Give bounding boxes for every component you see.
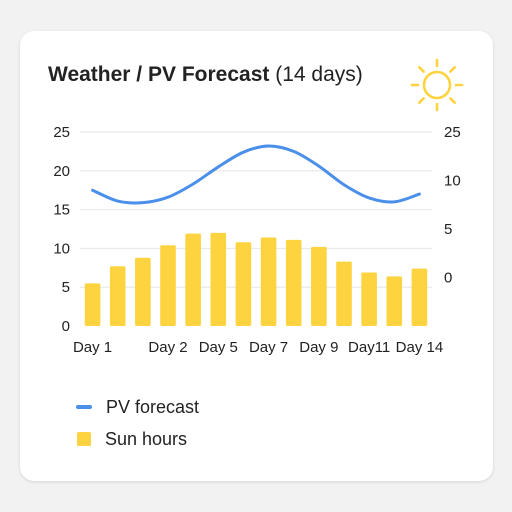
y-tick-label-left: 15 (53, 202, 70, 219)
bar-sun-hours (84, 283, 101, 326)
bar-sun-hours (336, 261, 352, 326)
line-pv-forecast (91, 144, 421, 205)
forecast-chart: 0 5 10 15 20 25 0 5 10 25 Day 1 Day 2 Day 5 Day 7 Day … (53, 124, 461, 356)
legend-label-sun-hours: Sun hours (105, 428, 188, 449)
bar-sun-hours (210, 232, 227, 326)
y-tick-label-right: 25 (444, 124, 461, 141)
x-tick-label: Day 14 (396, 339, 444, 356)
bar-sun-hours (361, 272, 377, 326)
bar-sun-hours (260, 237, 277, 326)
x-tick-label: Day 9 (299, 339, 338, 356)
x-tick-label: Day 7 (249, 339, 288, 356)
bar-sun-hours (235, 242, 252, 326)
y-tick-label-right: 0 (444, 270, 452, 287)
y-tick-label-right: 10 (444, 173, 461, 190)
legend-swatch-pv-forecast (76, 405, 92, 409)
legend-swatch-sun-hours (77, 432, 91, 446)
chart-legend: PV forecast Sun hours (76, 391, 199, 455)
legend-label-pv-forecast: PV forecast (106, 396, 200, 417)
bar-sun-hours (386, 276, 403, 326)
bar-sun-hours (411, 268, 428, 326)
y-tick-label-left: 10 (53, 240, 70, 257)
x-tick-label: Day 1 (73, 339, 112, 356)
legend-item-sun-hours[interactable]: Sun hours (76, 423, 199, 455)
x-tick-label: Day 5 (199, 339, 238, 356)
legend-item-pv-forecast[interactable]: PV forecast (76, 391, 199, 423)
y-tick-label-right: 5 (444, 221, 452, 238)
bar-sun-hours (185, 233, 201, 326)
x-tick-label: Day 2 (148, 339, 187, 356)
bar-sun-hours (160, 245, 176, 326)
bar-sun-hours (285, 239, 302, 326)
bar-sun-hours (135, 257, 151, 326)
y-tick-label-left: 25 (53, 124, 70, 141)
y-tick-label-left: 5 (62, 279, 70, 296)
y-tick-label-left: 20 (53, 163, 70, 180)
bar-sun-hours (311, 246, 327, 326)
bar-sun-hours (109, 266, 126, 326)
y-tick-label-left: 0 (62, 318, 70, 335)
forecast-card: Weather / PV Forecast (14 days) 0 5 10 15 20… (20, 31, 493, 481)
x-tick-label: Day11 (348, 339, 390, 356)
